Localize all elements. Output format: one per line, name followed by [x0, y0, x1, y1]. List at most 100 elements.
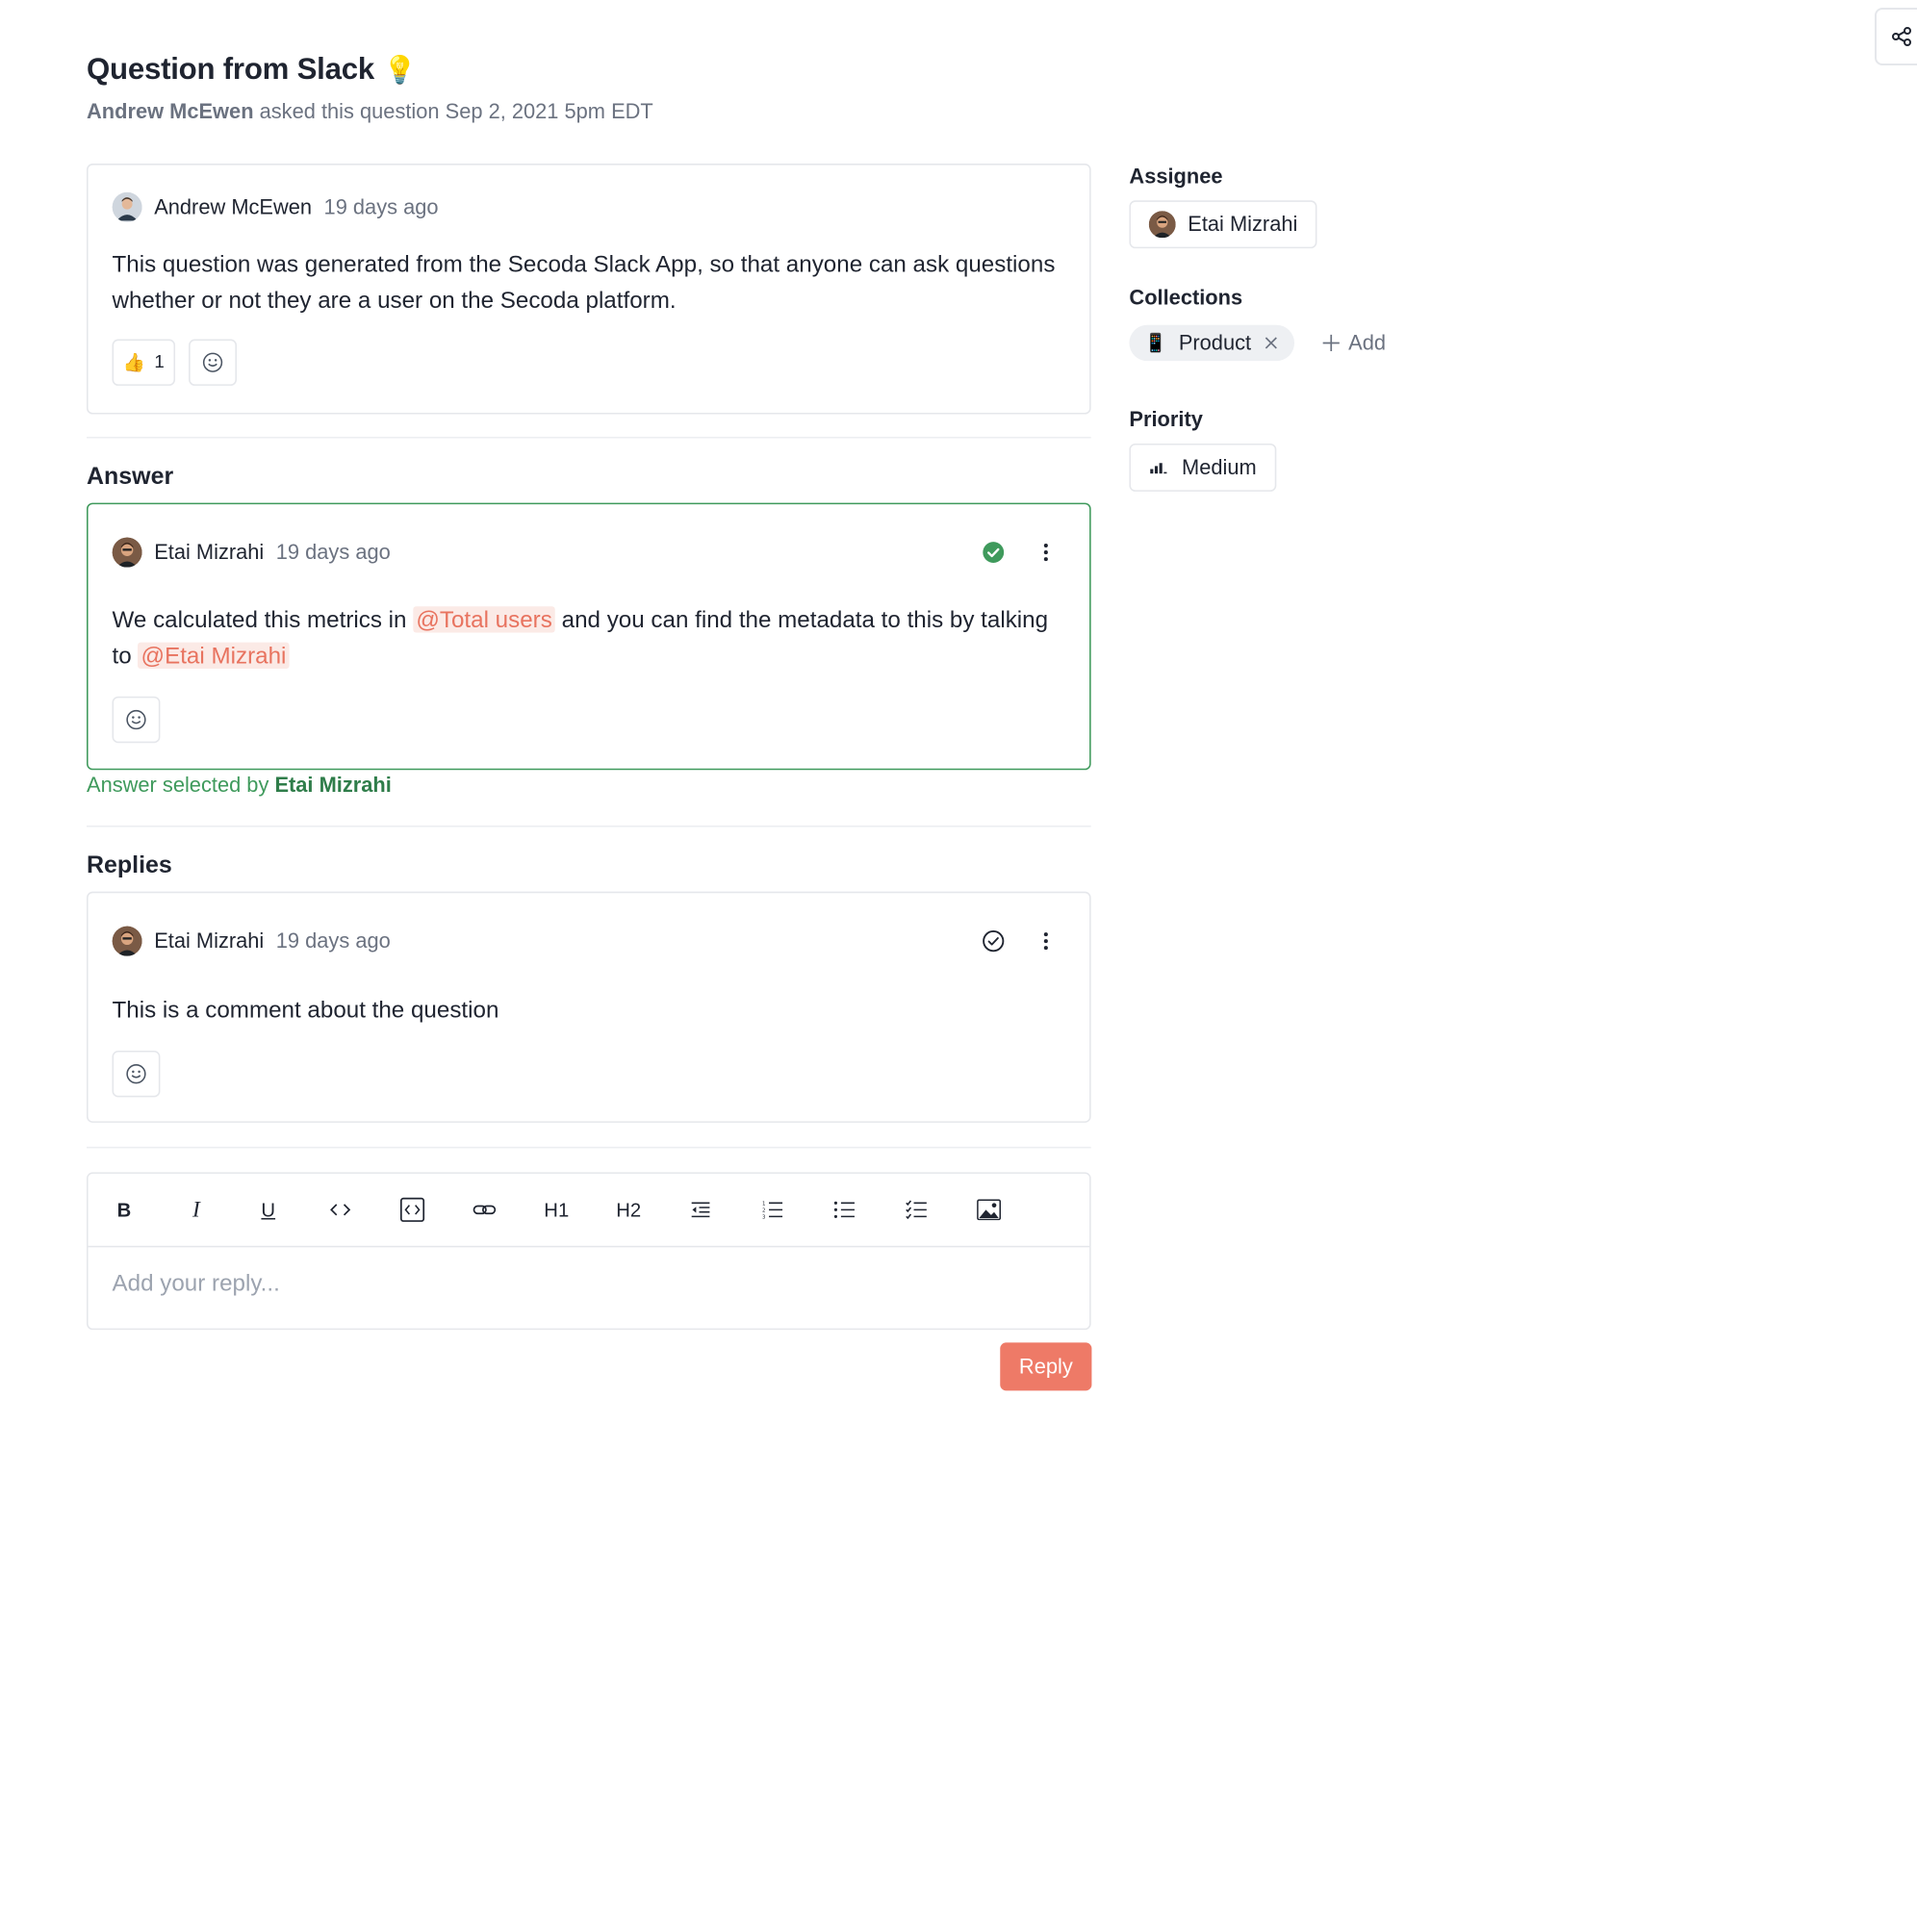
code-block-icon — [399, 1197, 425, 1222]
reply-input[interactable]: Add your reply... — [113, 1270, 280, 1297]
more-options-button[interactable] — [1031, 537, 1061, 567]
mention-total-users[interactable]: @Total users — [413, 606, 555, 633]
answer-text-part1: We calculated this metrics in — [112, 606, 407, 633]
checklist-button[interactable] — [881, 1174, 953, 1246]
answer-selected-note: Answer selected by Etai Mizrahi — [87, 773, 392, 797]
question-meta: Andrew McEwen 19 days ago — [112, 191, 439, 222]
reply-card: Etai Mizrahi 19 days ago This is a comme… — [87, 891, 1091, 1123]
answer-heading: Answer — [87, 462, 174, 490]
lightbulb-icon: 💡 — [383, 53, 418, 85]
add-reaction-button[interactable] — [112, 696, 161, 744]
more-options-button[interactable] — [1031, 927, 1061, 956]
reaction-count: 1 — [154, 351, 165, 372]
question-card: Andrew McEwen 19 days ago This question … — [87, 164, 1091, 415]
answer-meta: Etai Mizrahi 19 days ago — [112, 537, 391, 568]
plus-icon — [1322, 334, 1340, 352]
collection-name: Product — [1178, 330, 1252, 355]
svg-text:1: 1 — [762, 1202, 765, 1208]
question-body: This question was generated from the Sec… — [112, 250, 1056, 314]
assignee-selector[interactable]: Etai Mizrahi — [1129, 200, 1317, 249]
author-name[interactable]: Andrew McEwen — [154, 195, 312, 219]
collections-label: Collections — [1129, 286, 1243, 310]
avatar — [1148, 211, 1176, 239]
priority-selector[interactable]: Medium — [1129, 443, 1276, 492]
reply-editor: B I U H1 H2 123 Add your reply... — [87, 1172, 1091, 1331]
indent-icon — [691, 1202, 710, 1218]
accepted-answer-toggle[interactable] — [979, 537, 1009, 567]
answer-card: Etai Mizrahi 19 days ago We calculated t… — [87, 502, 1091, 771]
mobile-phone-icon: 📱 — [1144, 332, 1167, 353]
avatar — [112, 537, 142, 568]
h2-label: H2 — [616, 1198, 642, 1221]
signal-medium-icon — [1150, 463, 1167, 474]
add-collection-button[interactable]: Add — [1321, 331, 1386, 355]
divider — [87, 436, 1091, 439]
mention-user[interactable]: @Etai Mizrahi — [138, 642, 290, 669]
thumbs-up-icon: 👍 — [122, 352, 146, 373]
reaction-thumbs-up[interactable]: 👍 1 — [112, 339, 176, 386]
check-circle-filled-icon — [983, 542, 1005, 563]
divider — [87, 825, 1091, 827]
ordered-list-button[interactable]: 123 — [736, 1174, 808, 1246]
h1-label: H1 — [544, 1198, 570, 1221]
assignee-label: Assignee — [1129, 164, 1223, 188]
heading1-button[interactable]: H1 — [521, 1174, 593, 1246]
image-icon — [977, 1199, 1002, 1221]
assignee-name: Etai Mizrahi — [1188, 212, 1298, 236]
ordered-list-icon: 123 — [762, 1202, 783, 1220]
bold-label: B — [116, 1198, 132, 1221]
indent-button[interactable] — [665, 1174, 737, 1246]
selected-prefix: Answer selected by — [87, 773, 269, 797]
priority-value: Medium — [1182, 455, 1257, 479]
avatar — [112, 926, 142, 956]
priority-label: Priority — [1129, 407, 1203, 431]
svg-text:2: 2 — [762, 1208, 765, 1214]
author-name[interactable]: Etai Mizrahi — [154, 929, 264, 953]
reply-placeholder: Add your reply... — [112, 1269, 280, 1297]
avatar — [112, 191, 142, 222]
inline-code-button[interactable] — [304, 1174, 376, 1246]
underline-label: U — [261, 1198, 276, 1221]
selected-by-name[interactable]: Etai Mizrahi — [274, 773, 391, 796]
reply-body: This is a comment about the question — [112, 996, 499, 1024]
svg-text:3: 3 — [762, 1215, 766, 1220]
bullet-list-button[interactable] — [808, 1174, 881, 1246]
author-name[interactable]: Etai Mizrahi — [154, 541, 264, 565]
collection-tag[interactable]: 📱 Product — [1129, 324, 1295, 362]
timestamp: 19 days ago — [275, 540, 391, 564]
reply-button[interactable]: Reply — [1000, 1342, 1092, 1391]
italic-label: I — [192, 1197, 200, 1222]
smiley-icon — [202, 352, 223, 372]
mark-as-answer-button[interactable] — [979, 927, 1009, 956]
code-block-button[interactable] — [376, 1174, 448, 1246]
reply-meta: Etai Mizrahi 19 days ago — [112, 926, 391, 956]
timestamp: 19 days ago — [323, 194, 439, 218]
asker-name[interactable]: Andrew McEwen — [87, 100, 254, 123]
add-reaction-button[interactable] — [189, 339, 237, 386]
asked-text: asked this question Sep 2, 2021 5pm EDT — [259, 99, 653, 123]
kebab-menu-icon — [1043, 932, 1048, 951]
smiley-icon — [126, 709, 146, 730]
code-inline-icon — [330, 1204, 351, 1216]
divider — [87, 1146, 1091, 1149]
image-button[interactable] — [953, 1174, 1025, 1246]
bold-button[interactable]: B — [89, 1174, 161, 1246]
link-icon — [473, 1205, 497, 1215]
share-icon — [1892, 27, 1911, 46]
link-button[interactable] — [448, 1174, 521, 1246]
share-button[interactable] — [1875, 8, 1917, 65]
page-title: Question from Slack 💡 — [87, 53, 417, 87]
answer-body: We calculated this metrics in @Total use… — [113, 602, 1066, 674]
italic-button[interactable]: I — [160, 1174, 232, 1246]
add-label: Add — [1348, 330, 1387, 355]
replies-heading: Replies — [87, 851, 172, 878]
underline-button[interactable]: U — [232, 1174, 304, 1246]
bullet-list-icon — [833, 1201, 855, 1218]
check-circle-outline-icon — [983, 930, 1005, 953]
smiley-icon — [126, 1064, 146, 1084]
close-icon[interactable] — [1264, 335, 1280, 351]
question-subtitle: Andrew McEwen asked this question Sep 2,… — [87, 100, 653, 124]
checklist-icon — [906, 1200, 927, 1220]
heading2-button[interactable]: H2 — [593, 1174, 665, 1246]
add-reaction-button[interactable] — [112, 1051, 161, 1098]
